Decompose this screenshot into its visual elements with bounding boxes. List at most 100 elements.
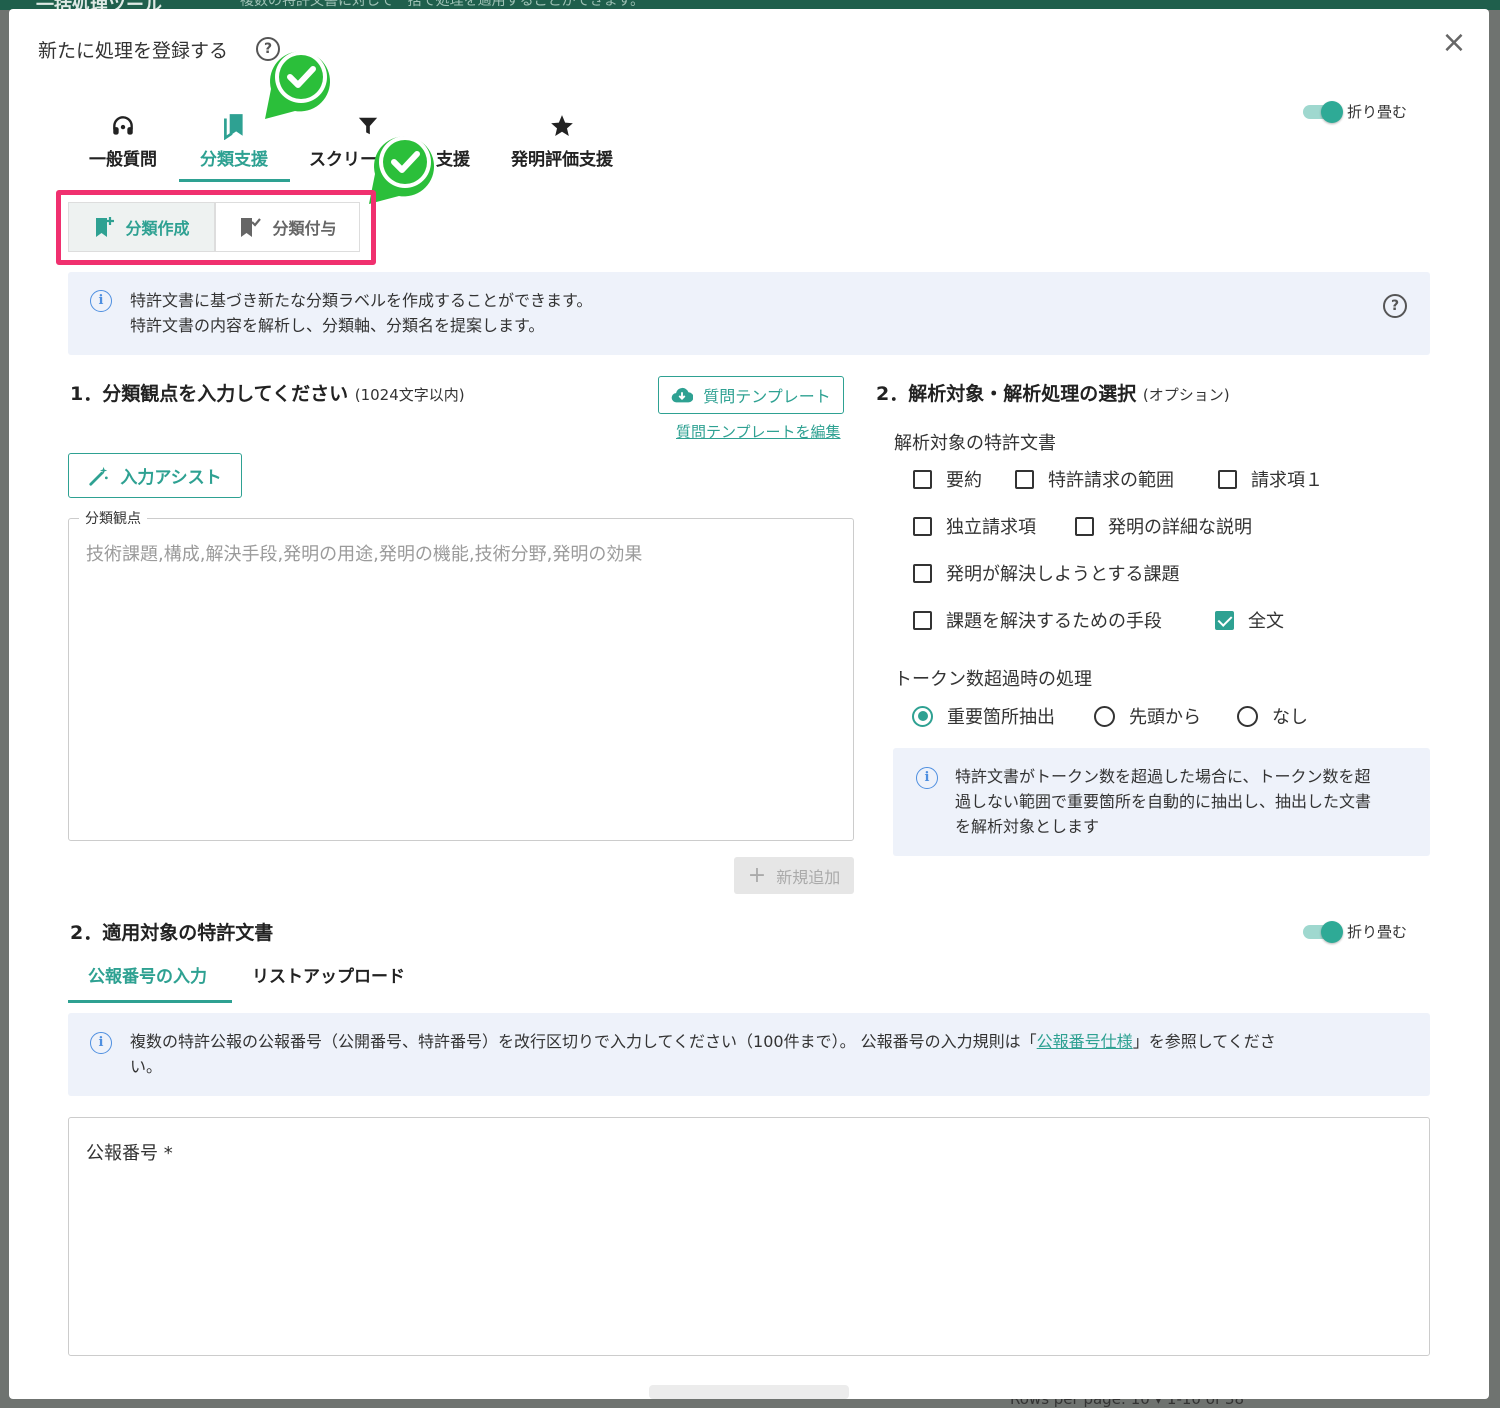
collapse-toggle-top[interactable]: 折り畳む — [1303, 100, 1408, 123]
info-banner-classification: i 特許文書に基づき新たな分類ラベルを作成することができます。 特許文書の内容を… — [68, 272, 1430, 355]
magic-wand-icon — [89, 466, 109, 486]
checkbox-label: 特許請求の範囲 — [1048, 470, 1174, 491]
info-line: を解析対象とします — [955, 817, 1100, 836]
checkbox-box — [1218, 469, 1237, 489]
checkbox-abstract[interactable]: 要約 — [913, 466, 982, 492]
checkbox-box — [913, 610, 932, 630]
subtab-label: 分類付与 — [272, 219, 337, 238]
collapse-toggle-label: 折り畳む — [1347, 103, 1408, 121]
checkbox-problem[interactable]: 発明が解決しようとする課題 — [913, 560, 1179, 586]
char-limit-text: (1024文字以内) — [354, 386, 465, 404]
radio-label: なし — [1272, 707, 1308, 728]
radio-label: 重要箇所抽出 — [947, 707, 1055, 728]
checkbox-claims[interactable]: 特許請求の範囲 — [1015, 466, 1174, 492]
section-title-text: 2．解析対象・解析処理の選択 — [876, 383, 1137, 405]
checkbox-full-text[interactable]: 全文 — [1215, 607, 1284, 633]
check-badge-icon — [265, 51, 331, 120]
collapse-toggle-label: 折り畳む — [1347, 923, 1408, 941]
checkbox-label: 全文 — [1248, 611, 1284, 632]
active-tab-indicator — [179, 179, 290, 182]
checkbox-label: 発明が解決しようとする課題 — [946, 564, 1180, 585]
checkbox-box-checked — [1215, 610, 1234, 630]
tab-label: 発明評価支援 — [511, 150, 613, 170]
edit-question-template-link[interactable]: 質問テンプレートを編集 — [676, 421, 841, 442]
checkbox-label: 発明の詳細な説明 — [1108, 517, 1252, 538]
collapse-toggle-section2[interactable]: 折り畳む — [1303, 920, 1408, 943]
toggle-track — [1303, 920, 1343, 943]
info-icon: i — [90, 1032, 112, 1054]
radio-important-extraction[interactable]: 重要箇所抽出 — [912, 703, 1055, 729]
analysis-docs-label: 解析対象の特許文書 — [894, 433, 1056, 454]
checkbox-label: 課題を解決するための手段 — [946, 611, 1162, 632]
info-text-pre: 複数の特許公報の公報番号（公開番号、特許番号）を改行区切りで入力してください（1… — [130, 1032, 1037, 1051]
publication-number-spec-link[interactable]: 公報番号仕様 — [1037, 1032, 1133, 1051]
classification-viewpoint-textarea[interactable] — [68, 518, 854, 841]
radio-ring — [1094, 705, 1115, 727]
radio-none[interactable]: なし — [1237, 703, 1308, 729]
tab-list-upload[interactable]: リストアップロード — [252, 962, 405, 987]
info-icon: i — [916, 767, 938, 789]
section-title-text: 1．分類観点を入力してください — [70, 383, 349, 405]
cloud-download-icon — [671, 387, 694, 403]
tab-icon-spacer — [433, 111, 473, 141]
tab-label: 一般質問 — [89, 150, 157, 170]
subtab-create-classification[interactable]: 分類作成 — [68, 202, 215, 252]
publication-number-textarea[interactable] — [68, 1117, 1430, 1356]
section-target-documents-title: 2．適用対象の特許文書 — [70, 922, 274, 944]
info-text: 特許文書がトークン数を超過した場合に、トークン数を超 過しない範囲で重要箇所を自… — [955, 764, 1371, 839]
checkbox-label: 要約 — [946, 470, 982, 491]
toggle-thumb — [1321, 100, 1343, 123]
info-line: 特許文書に基づき新たな分類ラベルを作成することができます。 — [130, 291, 593, 310]
scroll-handle[interactable] — [649, 1385, 849, 1399]
bookmark-add-icon — [96, 217, 115, 237]
info-line: い。 — [130, 1057, 163, 1076]
tab-label: 分類支援 — [200, 150, 268, 170]
radio-from-start[interactable]: 先頭から — [1094, 703, 1201, 729]
checkbox-box — [913, 563, 932, 583]
optional-text: (オプション) — [1142, 386, 1230, 404]
publication-number-label: 公報番号 * — [86, 1143, 173, 1164]
active-tab-indicator — [68, 1000, 232, 1003]
question-template-button[interactable]: 質問テンプレート — [658, 376, 844, 414]
add-new-button[interactable]: + 新規追加 — [734, 857, 854, 894]
checkbox-box — [913, 516, 932, 536]
checkbox-box — [913, 469, 932, 489]
checkbox-claim-1[interactable]: 請求項１ — [1218, 466, 1323, 492]
checkbox-independent-claims[interactable]: 独立請求項 — [913, 513, 1036, 539]
button-label: 質問テンプレート — [703, 387, 831, 406]
subtab-label: 分類作成 — [125, 219, 190, 238]
subtab-assign-classification[interactable]: 分類付与 — [215, 202, 360, 252]
radio-label: 先頭から — [1129, 707, 1201, 728]
dialog-title: 新たに処理を登録する — [38, 40, 229, 62]
button-label: 新規追加 — [776, 867, 841, 887]
section-classification-viewpoint-title: 1．分類観点を入力してください (1024文字以内) — [70, 379, 465, 406]
headset-icon — [83, 111, 163, 141]
tab-screening-support-suffix[interactable]: 支援 — [433, 111, 473, 170]
tab-general-question[interactable]: 一般質問 — [83, 111, 163, 170]
tab-publication-number-input[interactable]: 公報番号の入力 — [88, 962, 207, 987]
section-analysis-target-title: 2．解析対象・解析処理の選択 (オプション) — [876, 379, 1230, 406]
tab-label: 支援 — [436, 150, 470, 170]
radio-ring — [1237, 705, 1258, 727]
textarea-label: 分類観点 — [79, 508, 147, 528]
close-icon[interactable]: × — [1439, 28, 1469, 59]
info-text: 複数の特許公報の公報番号（公開番号、特許番号）を改行区切りで入力してください（1… — [130, 1029, 1400, 1079]
checkbox-label: 請求項１ — [1251, 470, 1323, 491]
checkbox-box — [1015, 469, 1034, 489]
star-icon — [507, 111, 617, 141]
textarea-placeholder: 技術課題,構成,解決手段,発明の用途,発明の機能,技術分野,発明の効果 — [86, 544, 643, 565]
checkbox-label: 独立請求項 — [946, 517, 1036, 538]
button-label: 入力アシスト — [120, 468, 222, 488]
info-banner-publication: i 複数の特許公報の公報番号（公開番号、特許番号）を改行区切りで入力してください… — [68, 1013, 1430, 1096]
info-banner-token: i 特許文書がトークン数を超過した場合に、トークン数を超 過しない範囲で重要箇所… — [893, 748, 1430, 856]
info-line: 過しない範囲で重要箇所を自動的に抽出し、抽出した文書 — [955, 792, 1372, 811]
tab-invention-evaluation[interactable]: 発明評価支援 — [507, 111, 617, 170]
toggle-thumb — [1321, 920, 1343, 943]
info-line: 複数の特許公報の公報番号（公開番号、特許番号）を改行区切りで入力してください（1… — [130, 1029, 1400, 1054]
input-assist-button[interactable]: 入力アシスト — [68, 453, 242, 498]
checkbox-detailed-description[interactable]: 発明の詳細な説明 — [1075, 513, 1252, 539]
info-icon: i — [90, 290, 112, 312]
checkbox-means[interactable]: 課題を解決するための手段 — [913, 607, 1162, 633]
help-icon[interactable]: ? — [1383, 294, 1407, 318]
toggle-track — [1303, 100, 1343, 123]
